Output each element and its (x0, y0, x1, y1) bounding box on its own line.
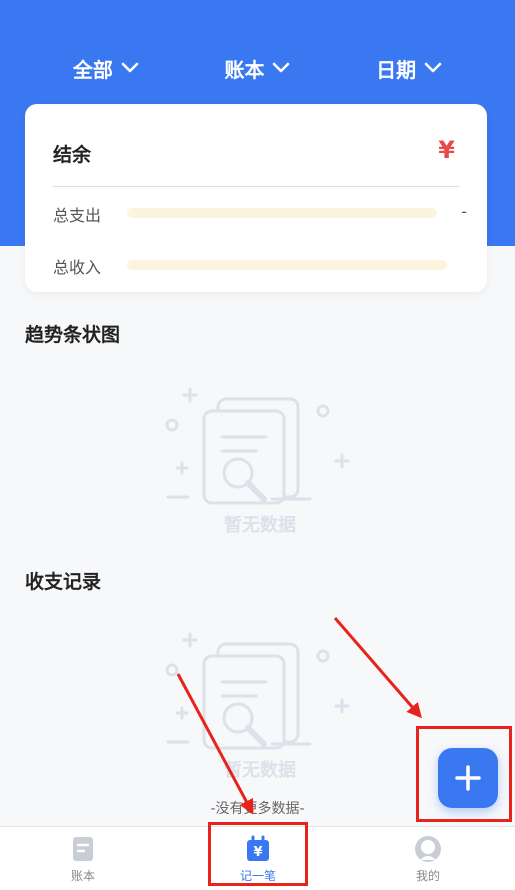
expense-value: - (461, 202, 467, 221)
trend-chart-title: 趋势条状图 (25, 324, 121, 346)
income-row: 总收入 (53, 254, 467, 278)
tab-add-record-label: 记一笔 (239, 869, 276, 883)
plus-icon (455, 765, 481, 791)
bottom-tab-bar: 账本 ¥ 记一笔 我的 (0, 826, 515, 890)
summary-divider (53, 186, 459, 187)
balance-label: 结余 (53, 144, 92, 166)
expense-placeholder-bar (127, 208, 437, 218)
records-title: 收支记录 (25, 571, 102, 593)
expense-label: 总支出 (53, 206, 102, 225)
tab-ledger[interactable]: 账本 (38, 835, 128, 884)
tab-ledger-label: 账本 (70, 869, 95, 883)
add-record-button[interactable] (438, 748, 498, 808)
currency-symbol: ¥ (438, 136, 455, 164)
summary-card: 结余 ¥ 总支出 - 总收入 (25, 104, 487, 292)
tab-profile[interactable]: 我的 (383, 835, 473, 884)
empty-document-icon (165, 387, 350, 505)
tab-add-record[interactable]: ¥ 记一笔 (213, 835, 303, 884)
empty-document-icon (165, 632, 350, 750)
chevron-down-icon (121, 62, 139, 73)
filter-all-dropdown[interactable]: 全部 (73, 54, 139, 83)
trend-empty-text: 暂无数据 (224, 515, 296, 536)
filter-date-dropdown[interactable]: 日期 (376, 54, 442, 83)
filter-all-label: 全部 (72, 57, 113, 82)
tab-profile-label: 我的 (415, 869, 440, 883)
trend-empty-state: 暂无数据 (160, 385, 360, 536)
chevron-down-icon (273, 62, 290, 73)
filter-date-label: 日期 (376, 57, 417, 82)
chevron-down-icon (424, 62, 442, 73)
expense-row: 总支出 - (53, 202, 467, 226)
calendar-yen-icon: ¥ (247, 835, 269, 861)
filter-ledger-dropdown[interactable]: 账本 (224, 54, 290, 83)
ledger-icon (73, 837, 93, 861)
filter-ledger-label: 账本 (224, 57, 265, 82)
filter-bar: 全部 账本 日期 (0, 48, 515, 88)
svg-text:¥: ¥ (253, 845, 262, 860)
income-placeholder-bar (127, 260, 447, 270)
income-label: 总收入 (53, 258, 102, 277)
no-more-data-text: -没有更多数据- (210, 801, 305, 817)
records-empty-text: 暂无数据 (224, 760, 296, 781)
records-empty-state: 暂无数据 (160, 630, 360, 781)
profile-icon (415, 836, 441, 862)
